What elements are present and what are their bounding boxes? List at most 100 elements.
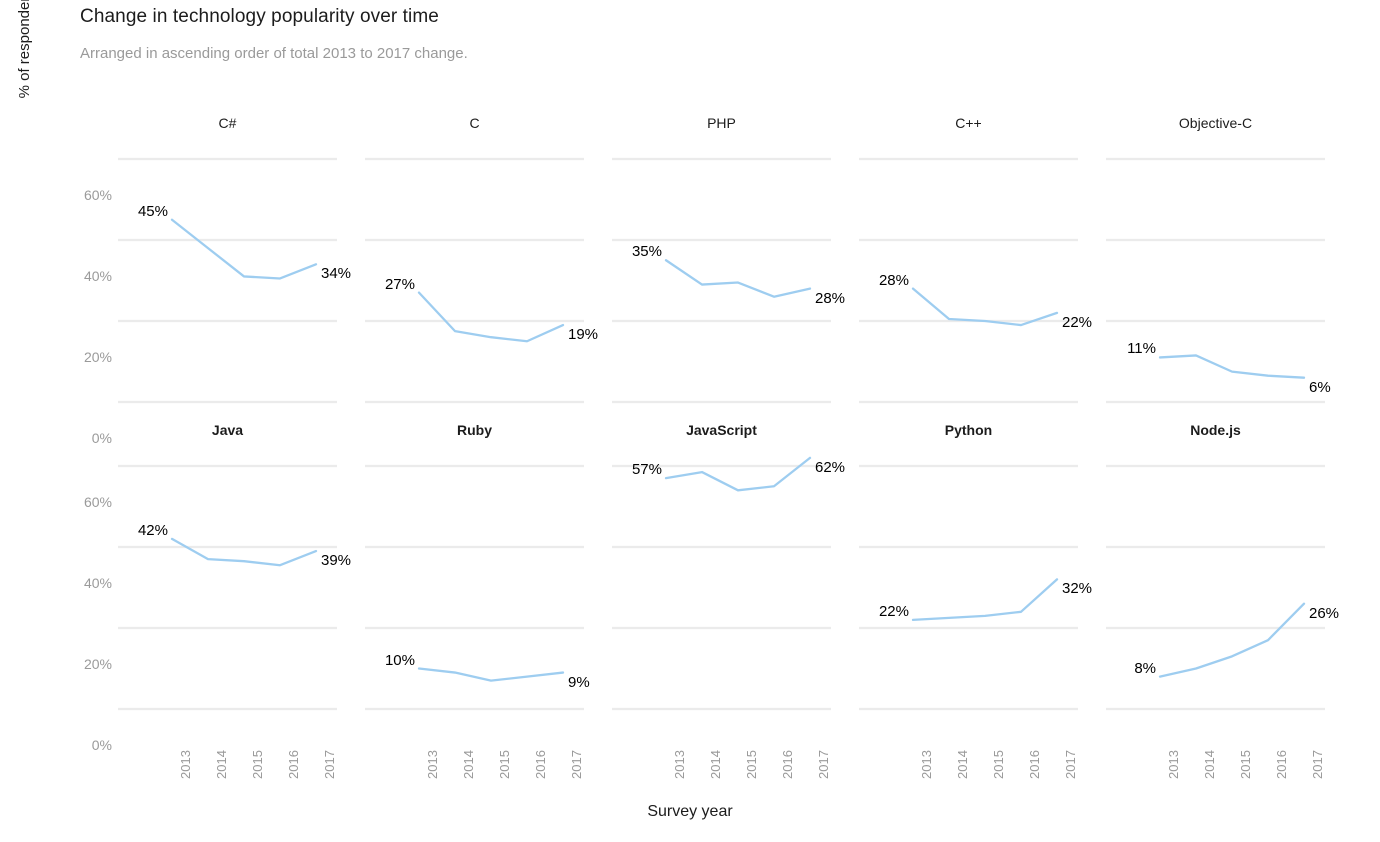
x-tick-label: 2013 [425,750,440,779]
x-tick-label: 2017 [816,750,831,779]
plot-area: 28% 22% [859,151,1092,404]
end-value-label: 62% [815,458,846,476]
x-tick-label: 2013 [178,750,193,779]
data-line [1158,602,1306,678]
plot-area: 11% 6% [1106,151,1331,404]
x-tick-label: 2017 [1063,750,1078,779]
end-value-label: 9% [568,673,590,691]
start-value-label: 57% [631,461,662,479]
plot-area: 22% 32% [859,458,1092,711]
data-line [417,291,565,343]
x-tick-label: 2014 [461,750,476,779]
end-value-label: 19% [568,326,599,344]
y-tick-label: 40% [83,575,112,591]
end-value-label: 22% [1062,313,1093,331]
data-line [911,287,1059,327]
facet-panel-c: C# 45% 34% [118,115,351,405]
facet-title: C# [218,115,237,131]
facet-plot-svg [612,157,831,404]
facet-plot-svg [1106,157,1325,404]
start-value-label: 27% [384,275,415,293]
x-tick-label: 2015 [497,750,512,779]
y-axis-title-text: % of respondents who work with this lang… [14,0,36,177]
y-tick-label: 0% [91,737,112,753]
x-tick-label: 2017 [322,750,337,779]
x-tick-label: 2016 [1027,750,1042,779]
x-tick-group: 2013 2014 2015 2016 2017 [118,723,337,793]
end-value-label: 32% [1062,580,1093,598]
end-value-label: 26% [1309,604,1340,622]
x-tick-label: 2015 [991,750,1006,779]
x-tick-label: 2015 [1238,750,1253,779]
end-value-label: 6% [1309,378,1331,396]
start-value-label: 22% [878,602,909,620]
facet-panel-c: C 27% 19% [365,115,598,405]
data-line [664,259,812,298]
x-tick-label: 2015 [250,750,265,779]
x-tick-label: 2017 [569,750,584,779]
x-tick-label: 2017 [1310,750,1325,779]
facet-row: C# 45% 34% C 27% 19% PHP 35% 28% C++ 28% 22% Objecti… [118,115,1340,405]
plot-area: 42% 39% [118,458,351,711]
x-tick-label: 2014 [955,750,970,779]
facet-panel-ruby: Ruby 10% 9% [365,422,590,712]
x-tick-label: 2015 [744,750,759,779]
facet-title: JavaScript [686,422,757,438]
data-line [1158,354,1306,379]
start-value-label: 45% [137,202,168,220]
data-line [170,218,318,280]
y-tick-label: 20% [83,656,112,672]
start-value-label: 28% [878,271,909,289]
y-tick-label: 40% [83,268,112,284]
x-tick-label: 2013 [919,750,934,779]
x-tick-label: 2013 [672,750,687,779]
x-tick-group: 2013 2014 2015 2016 2017 [365,723,584,793]
x-tick-group: 2013 2014 2015 2016 2017 [612,723,831,793]
data-line [664,456,812,492]
start-value-label: 35% [631,243,662,261]
facet-plot-svg [612,456,831,711]
x-axis-title: Survey year [647,803,733,820]
facet-panel-php: PHP 35% 28% [612,115,845,405]
facet-plot-svg [859,464,1078,711]
facet-panel-c: C++ 28% 22% [859,115,1092,405]
facet-title: Python [944,422,993,438]
x-tick-label: 2014 [708,750,723,779]
data-line [170,537,318,567]
data-line [417,667,565,682]
start-value-label: 42% [137,521,168,539]
x-tick-label: 2013 [1166,750,1181,779]
x-tick-label: 2014 [214,750,229,779]
x-tick-label: 2016 [533,750,548,779]
start-value-label: 11% [1127,340,1156,358]
x-tick-group: 2013 2014 2015 2016 2017 [1106,723,1325,793]
x-tick-group: 2013 2014 2015 2016 2017 [859,723,1078,793]
x-tick-label: 2016 [286,750,301,779]
plot-area: 45% 34% [118,151,351,404]
plot-area: 8% 26% [1106,458,1339,711]
facet-title: Objective-C [1178,115,1253,131]
plot-area: 57% 62% [612,456,845,711]
y-tick-labels-row-2: 60% 40% 20% 0% [62,422,112,752]
facet-plot-svg [118,464,337,711]
page-title: Change in technology popularity over tim… [80,6,439,27]
end-value-label: 28% [815,289,846,307]
facet-title: PHP [707,115,736,131]
y-tick-label: 20% [83,349,112,365]
facet-panel-node-js: Node.js 8% 26% [1106,422,1339,712]
plot-area: 10% 9% [365,458,590,711]
facet-panel-java: Java 42% 39% [118,422,351,712]
facet-panel-python: Python 22% 32% [859,422,1092,712]
y-axis-title: % of respondents who work with this lang… [14,0,36,177]
facet-row: Java 42% 39% Ruby 10% 9% JavaScript 57% 62% Pytho… [118,422,1340,712]
facet-title: C++ [955,115,982,131]
facet-title: Node.js [1190,422,1241,438]
facet-grid: C# 45% 34% C 27% 19% PHP 35% 28% C++ 28% 22% Objecti… [118,115,1340,715]
plot-area: 27% 19% [365,151,598,404]
start-value-label: 10% [384,651,415,669]
facet-plot-svg [365,464,584,711]
facet-plot-svg [118,157,337,404]
x-tick-label: 2014 [1202,750,1217,779]
x-tick-label: 2016 [780,750,795,779]
y-tick-label: 60% [83,187,112,203]
